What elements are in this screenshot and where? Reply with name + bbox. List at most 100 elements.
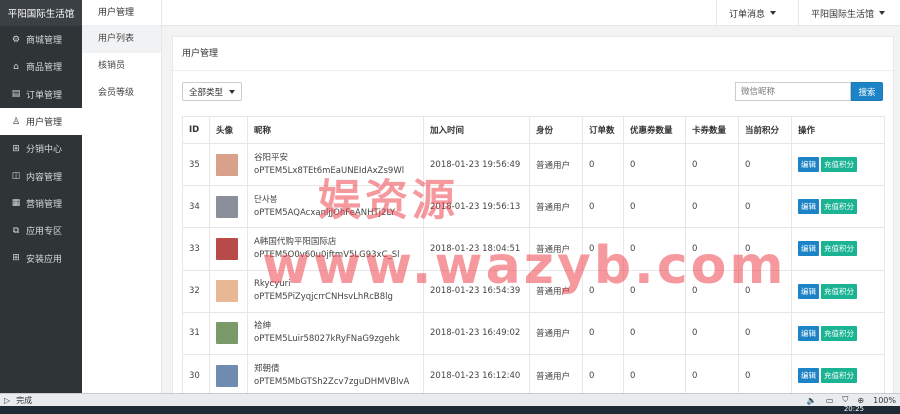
sidebar-item-order[interactable]: ▤ 订单管理 — [0, 81, 82, 108]
table-row: 35 谷阳平安 oPTEM5Lx8TEt6mEaUNEIdAxZs9Wl 2018-0… — [182, 142, 885, 187]
cell-join-time: 2018-01-23 16:12:40 — [423, 353, 530, 395]
edit-button[interactable]: 编辑 — [798, 199, 819, 215]
cell-coupons[interactable]: 0 — [623, 227, 686, 271]
os-taskbar: 20:25 — [0, 405, 900, 414]
table-row: 32 Rkycyuri oPTEM5PiZyqjcrrCNHsvLhRcB8lg 20… — [182, 269, 885, 313]
sidebar-item-label: 安装应用 — [26, 254, 63, 265]
recharge-points-button[interactable]: 充值积分 — [821, 157, 857, 173]
cell-orders[interactable]: 0 — [582, 269, 624, 313]
col-header-actions: 操作 — [791, 116, 885, 144]
cell-avatar — [209, 311, 248, 355]
recharge-points-button[interactable]: 充值积分 — [821, 325, 857, 341]
sidebar-item-label: 内容管理 — [26, 172, 63, 183]
clock: 20:25 — [843, 405, 864, 413]
cell-coupons[interactable]: 0 — [623, 311, 686, 355]
cell-join-time: 2018-01-23 16:49:02 — [423, 311, 530, 355]
speaker-icon[interactable]: 🔈 — [807, 396, 817, 405]
col-header-orders: 订单数 — [582, 116, 624, 144]
cell-nickname: 단사봉 oPTEM5AQAcxanljJOhFeANHTj2LY — [247, 185, 424, 229]
openid: oPTEM5PiZyqjcrrCNHsvLhRcB8lg — [254, 292, 393, 303]
install-icon: ⊞ — [12, 253, 20, 264]
sidebar-item-user[interactable]: ♙ 用户管理 — [0, 107, 82, 136]
cell-avatar — [209, 353, 248, 395]
edit-button[interactable]: 编辑 — [798, 368, 819, 384]
cell-points[interactable]: 0 — [738, 311, 792, 355]
sidebar-item-content[interactable]: ◫ 内容管理 — [0, 162, 82, 189]
shop-account-dropdown[interactable]: 平阳国际生活馆 — [798, 0, 897, 26]
window-icon[interactable]: ▭ — [826, 396, 834, 405]
zoom-level[interactable]: 100% — [873, 396, 896, 405]
zoom-in-icon[interactable]: ⊕ — [857, 396, 864, 405]
cell-points[interactable]: 0 — [738, 353, 792, 395]
subnav-item-member-level[interactable]: 会员等级 — [82, 80, 161, 107]
nickname-search-input[interactable] — [735, 82, 851, 101]
edit-button[interactable]: 编辑 — [798, 241, 819, 257]
sidebar-item-install[interactable]: ⊞ 安装应用 — [0, 244, 82, 271]
brand-name[interactable]: 平阳国际生活馆 — [0, 0, 82, 26]
marketing-icon: ▦ — [11, 198, 21, 209]
sidebar-item-settings[interactable]: ⚙ 商城管理 — [0, 26, 82, 53]
user-icon: ♙ — [11, 116, 21, 127]
cell-coupons[interactable]: 0 — [623, 142, 686, 187]
nickname: 谷阳平安 — [254, 152, 289, 163]
cell-coupons[interactable]: 0 — [623, 185, 686, 229]
cell-join-time: 2018-01-23 16:54:39 — [423, 269, 530, 313]
cell-coupons[interactable]: 0 — [623, 353, 686, 395]
col-header-nickname: 昵称 — [247, 116, 424, 144]
cell-cards[interactable]: 0 — [685, 311, 739, 355]
openid: oPTEM5MbGTSh2Zcv7zguDHMVBlvA — [254, 376, 410, 387]
recharge-points-button[interactable]: 充值积分 — [821, 283, 857, 299]
sidebar-item-app[interactable]: ⧉ 应用专区 — [0, 217, 82, 244]
sidebar-item-distribution[interactable]: ⊞ 分销中心 — [0, 135, 82, 162]
cell-points[interactable]: 0 — [738, 185, 792, 229]
cell-actions: 编辑 充值积分 — [791, 353, 885, 395]
shield-icon[interactable]: ⛉ — [842, 395, 848, 405]
cell-cards[interactable]: 0 — [685, 227, 739, 271]
cell-avatar — [209, 227, 248, 271]
cell-cards[interactable]: 0 — [685, 142, 739, 187]
cell-cards[interactable]: 0 — [685, 353, 739, 395]
subnav-item-user-list[interactable]: 用户列表 — [82, 26, 161, 53]
cell-points[interactable]: 0 — [738, 269, 792, 313]
cell-points[interactable]: 0 — [738, 227, 792, 271]
openid: oPTEM5AQAcxanljJOhFeANHTj2LY — [254, 207, 396, 218]
recharge-points-button[interactable]: 充值积分 — [821, 199, 857, 215]
sidebar-item-shop[interactable]: ⌂ 商品管理 — [0, 53, 82, 80]
sidebar-item-marketing[interactable]: ▦ 营销管理 — [0, 190, 82, 217]
recharge-points-button[interactable]: 充值积分 — [821, 368, 857, 384]
cell-points[interactable]: 0 — [738, 142, 792, 187]
sidebar-item-label: 应用专区 — [26, 227, 63, 238]
cell-coupons[interactable]: 0 — [623, 269, 686, 313]
edit-button[interactable]: 编辑 — [798, 325, 819, 341]
edit-button[interactable]: 编辑 — [798, 283, 819, 299]
sub-nav: 用户管理 用户列表 核销员 会员等级 — [82, 0, 162, 393]
search-button[interactable]: 搜索 — [851, 82, 883, 101]
user-table: ID 头像 昵称 加入时间 身份 订单数 优惠券数量 卡券数量 当前积分 操作 … — [182, 116, 885, 395]
browser-status-bar: ▷ 完成 🔈 ▭ ⛉ ⊕ 100% — [0, 393, 900, 406]
cell-cards[interactable]: 0 — [685, 185, 739, 229]
user-list-panel: 用户管理 全部类型 搜索 ID 头像 昵称 加入时间 身份 订单数 优惠券数量 … — [172, 36, 894, 396]
main-sidebar: 平阳国际生活馆 ⚙ 商城管理 ⌂ 商品管理 ▤ 订单管理 ♙ 用户管理 ⊞ 分销中心 ◫ 内容管理 ▦ 营… — [0, 0, 82, 393]
recharge-points-button[interactable]: 充值积分 — [821, 241, 857, 257]
cell-id: 31 — [182, 311, 210, 355]
cell-role: 普通用户 — [529, 142, 583, 187]
cell-id: 35 — [182, 142, 210, 187]
order-messages-label: 订单消息 — [729, 9, 766, 20]
content-icon: ◫ — [11, 171, 21, 182]
sidebar-item-label: 订单管理 — [26, 90, 63, 101]
edit-button[interactable]: 编辑 — [798, 157, 819, 173]
subnav-item-verifier[interactable]: 核销员 — [82, 53, 161, 80]
cell-avatar — [209, 269, 248, 313]
cell-orders[interactable]: 0 — [582, 353, 624, 395]
cell-cards[interactable]: 0 — [685, 269, 739, 313]
col-header-avatar: 头像 — [209, 116, 248, 144]
order-messages-dropdown[interactable]: 订单消息 — [716, 0, 788, 26]
nickname: 袷绅 — [254, 321, 272, 332]
cell-join-time: 2018-01-23 19:56:13 — [423, 185, 530, 229]
cell-orders[interactable]: 0 — [582, 185, 624, 229]
cell-orders[interactable]: 0 — [582, 227, 624, 271]
cell-orders[interactable]: 0 — [582, 142, 624, 187]
cell-orders[interactable]: 0 — [582, 311, 624, 355]
nickname: 단사봉 — [254, 194, 278, 205]
user-type-filter[interactable]: 全部类型 — [182, 82, 243, 101]
